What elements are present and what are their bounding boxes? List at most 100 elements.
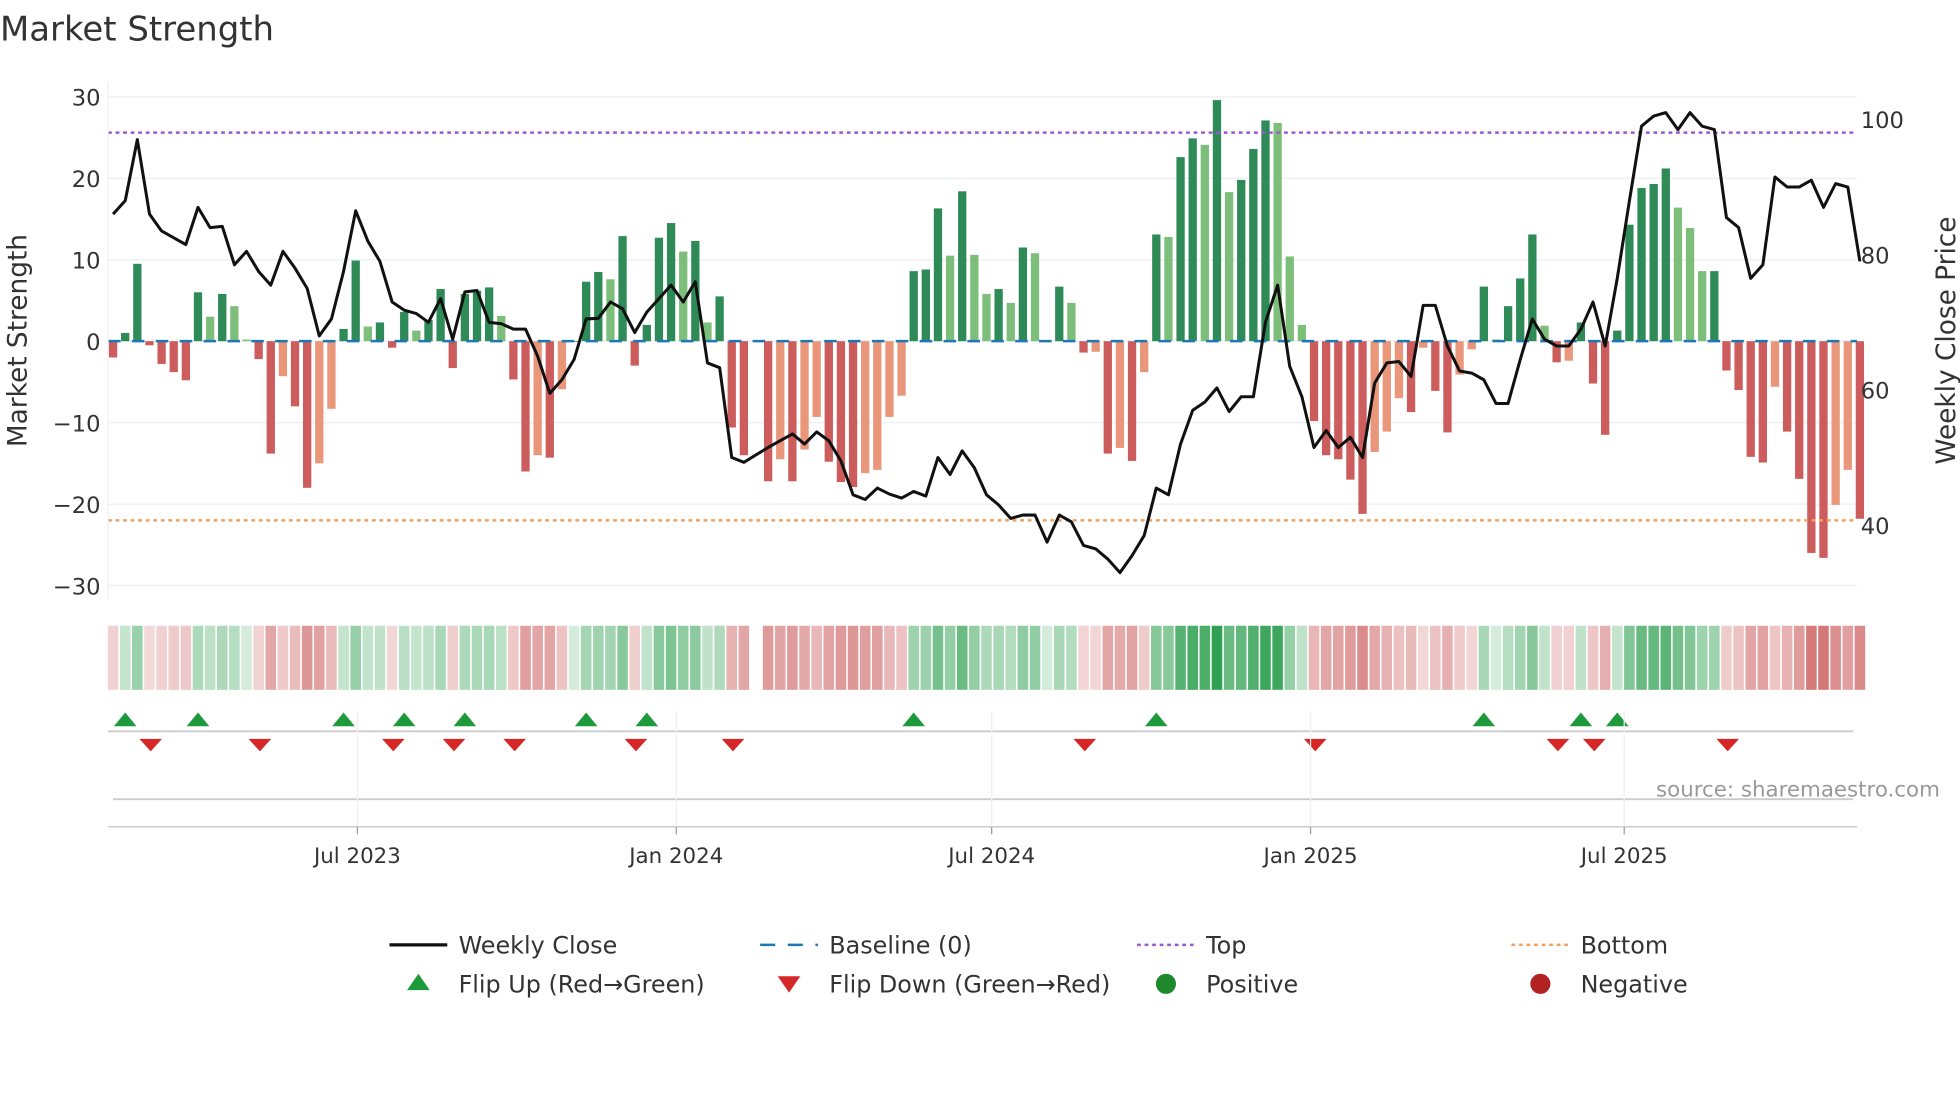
- strength-bar: [1843, 341, 1852, 470]
- strength-bar: [121, 333, 130, 342]
- strength-heat-cell: [884, 625, 895, 690]
- flip-down-marker: [248, 738, 272, 752]
- strength-bar: [897, 341, 906, 396]
- strength-heat-cell: [411, 625, 422, 690]
- legend-flip-up-red-green-label: Flip Up (Red→Green): [459, 971, 705, 999]
- strength-bar: [205, 316, 215, 342]
- strength-heat-cell: [1151, 625, 1162, 690]
- strength-bar: [145, 341, 154, 346]
- strength-heat-cell: [787, 625, 798, 690]
- strength-heat-cell: [1745, 625, 1756, 690]
- strength-bar: [739, 341, 749, 456]
- strength-bar: [351, 260, 360, 342]
- strength-bar: [169, 341, 178, 373]
- strength-bar: [1200, 144, 1209, 342]
- strength-heat-cell: [520, 625, 531, 690]
- chart-title: Market Strength: [0, 9, 274, 48]
- flip-down-marker: [1073, 738, 1097, 752]
- legend-flip-down-green-red-label: Flip Down (Green→Red): [829, 971, 1110, 999]
- strength-heat-cell: [1648, 625, 1659, 690]
- strength-bar: [788, 341, 797, 482]
- strength-heat-cell: [1430, 625, 1441, 690]
- strength-heat-cell: [1357, 625, 1368, 690]
- strength-bar: [945, 255, 955, 342]
- strength-heat-cell: [532, 625, 543, 690]
- strength-heat-cell: [1090, 625, 1101, 690]
- strength-bar: [1649, 183, 1658, 342]
- strength-heat-cell: [1199, 625, 1211, 690]
- strength-bar: [1237, 179, 1246, 342]
- flip-up-marker: [902, 712, 926, 727]
- strength-bar: [1140, 341, 1149, 373]
- strength-heat-cell: [168, 625, 180, 690]
- strength-heat-cell: [859, 625, 871, 690]
- strength-bar: [375, 322, 385, 342]
- strength-bar: [1152, 234, 1161, 342]
- strength-bar: [1346, 341, 1355, 480]
- y-tick-label: 0: [86, 330, 100, 356]
- strength-heat-cell: [1781, 625, 1793, 690]
- strength-heat-cell: [447, 625, 459, 690]
- strength-bar: [1673, 207, 1683, 342]
- strength-heat-cell: [1284, 625, 1296, 690]
- strength-bar: [1030, 253, 1040, 342]
- strength-bar: [1600, 341, 1610, 435]
- source-note: source: sharemaestro.com: [1656, 778, 1940, 803]
- strength-bar: [448, 341, 457, 369]
- strength-heat-cell: [1066, 625, 1077, 690]
- strength-bar: [218, 293, 227, 342]
- strength-heat-cell: [277, 625, 289, 690]
- strength-heat-cell: [350, 625, 361, 690]
- legend-baseline-0-label: Baseline (0): [829, 932, 972, 960]
- strength-heat-cell: [1163, 625, 1174, 690]
- strength-bar: [545, 341, 554, 458]
- strength-heat-cell: [920, 625, 932, 690]
- strength-bar: [254, 341, 263, 360]
- strength-bar: [290, 341, 300, 407]
- y-tick-label: −20: [53, 493, 101, 519]
- y2-tick-label: 40: [1861, 514, 1890, 540]
- strength-heat-cell: [1248, 625, 1259, 690]
- strength-bar: [1297, 324, 1307, 342]
- strength-heat-cell: [593, 625, 604, 690]
- strength-bar: [933, 208, 943, 342]
- market-strength-chart: Market Strength 3020100−10−20−3010080604…: [0, 9, 1960, 999]
- strength-heat-cell: [1296, 625, 1308, 690]
- strength-heat-cell: [314, 625, 325, 690]
- strength-bar: [666, 223, 676, 342]
- strength-bar: [230, 306, 239, 342]
- strength-bar: [1734, 341, 1743, 391]
- flip-down-marker: [721, 738, 745, 752]
- strength-bar: [1127, 341, 1137, 461]
- strength-bar: [1176, 157, 1185, 342]
- strength-heat-cell: [568, 625, 580, 690]
- strength-bar: [873, 341, 882, 470]
- strength-heat-cell: [738, 625, 750, 690]
- legend-positive-label: Positive: [1206, 971, 1298, 999]
- strength-bar: [1079, 341, 1088, 353]
- strength-heat-cell: [1733, 625, 1744, 690]
- strength-heat-cell: [1769, 625, 1781, 690]
- strength-heat-cell: [180, 625, 192, 690]
- strength-bar: [909, 271, 918, 342]
- strength-heat-cell: [386, 625, 398, 690]
- strength-bar: [1115, 341, 1125, 448]
- strength-bar: [763, 341, 773, 482]
- y-tick-label: −30: [53, 574, 101, 600]
- strength-heat-cell: [1272, 625, 1283, 690]
- strength-bar: [327, 341, 336, 409]
- strength-bar: [1382, 341, 1391, 432]
- strength-heat-cell: [1660, 625, 1672, 690]
- strength-bar: [509, 341, 518, 380]
- strength-bar: [303, 341, 312, 488]
- strength-bar: [618, 236, 627, 342]
- strength-heat-cell: [1721, 625, 1732, 690]
- strength-heat-cell: [301, 625, 313, 690]
- strength-heat-cell: [229, 625, 240, 690]
- strength-heat-cell: [1417, 625, 1429, 690]
- strength-bar: [1212, 100, 1222, 342]
- legend-negative-swatch: [1530, 973, 1551, 994]
- y-axis-label: Market Strength: [3, 234, 33, 447]
- x-tick-label: Jul 2025: [1579, 844, 1668, 869]
- flip-up-marker: [1605, 712, 1629, 727]
